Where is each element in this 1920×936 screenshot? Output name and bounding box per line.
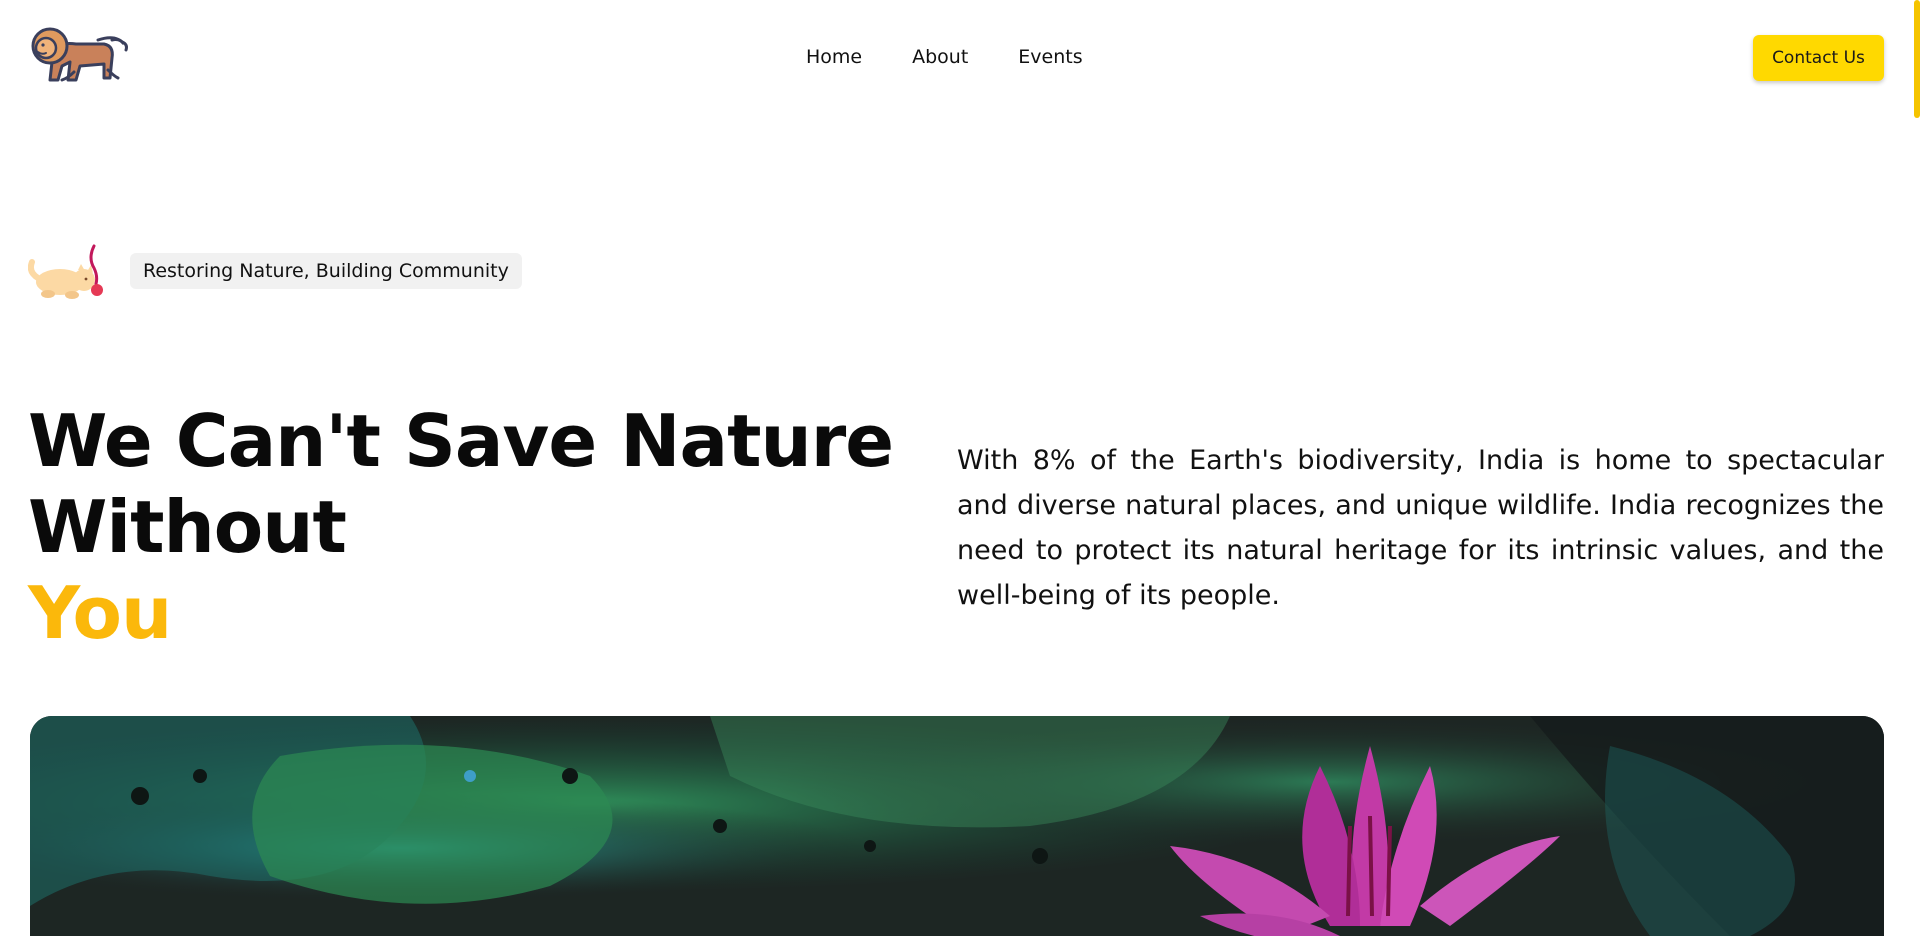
tagline-badge: Restoring Nature, Building Community	[130, 253, 522, 289]
main-nav: Home About Events	[806, 44, 1083, 70]
hero-description: With 8% of the Earth's biodiversity, Ind…	[957, 445, 1884, 611]
hero-title-line-2: Without	[28, 485, 347, 569]
nav-events-link[interactable]: Events	[1018, 44, 1082, 70]
lotus-image	[30, 716, 1884, 936]
hero-title-line-1: We Can't Save Nature	[28, 399, 894, 483]
hero-title-accent: You	[28, 571, 172, 655]
logo-link[interactable]	[28, 22, 132, 86]
hero-title: We Can't Save Nature Without You	[28, 398, 894, 656]
cat-icon	[28, 244, 103, 299]
hero-image	[30, 716, 1884, 936]
contact-us-button[interactable]: Contact Us	[1753, 35, 1884, 81]
tagline-row: Restoring Nature, Building Community	[28, 242, 522, 300]
site-header: Home About Events Contact Us	[0, 0, 1920, 116]
lion-icon	[31, 27, 128, 82]
nav-about-link[interactable]: About	[912, 44, 968, 70]
nav-home-link[interactable]: Home	[806, 44, 862, 70]
